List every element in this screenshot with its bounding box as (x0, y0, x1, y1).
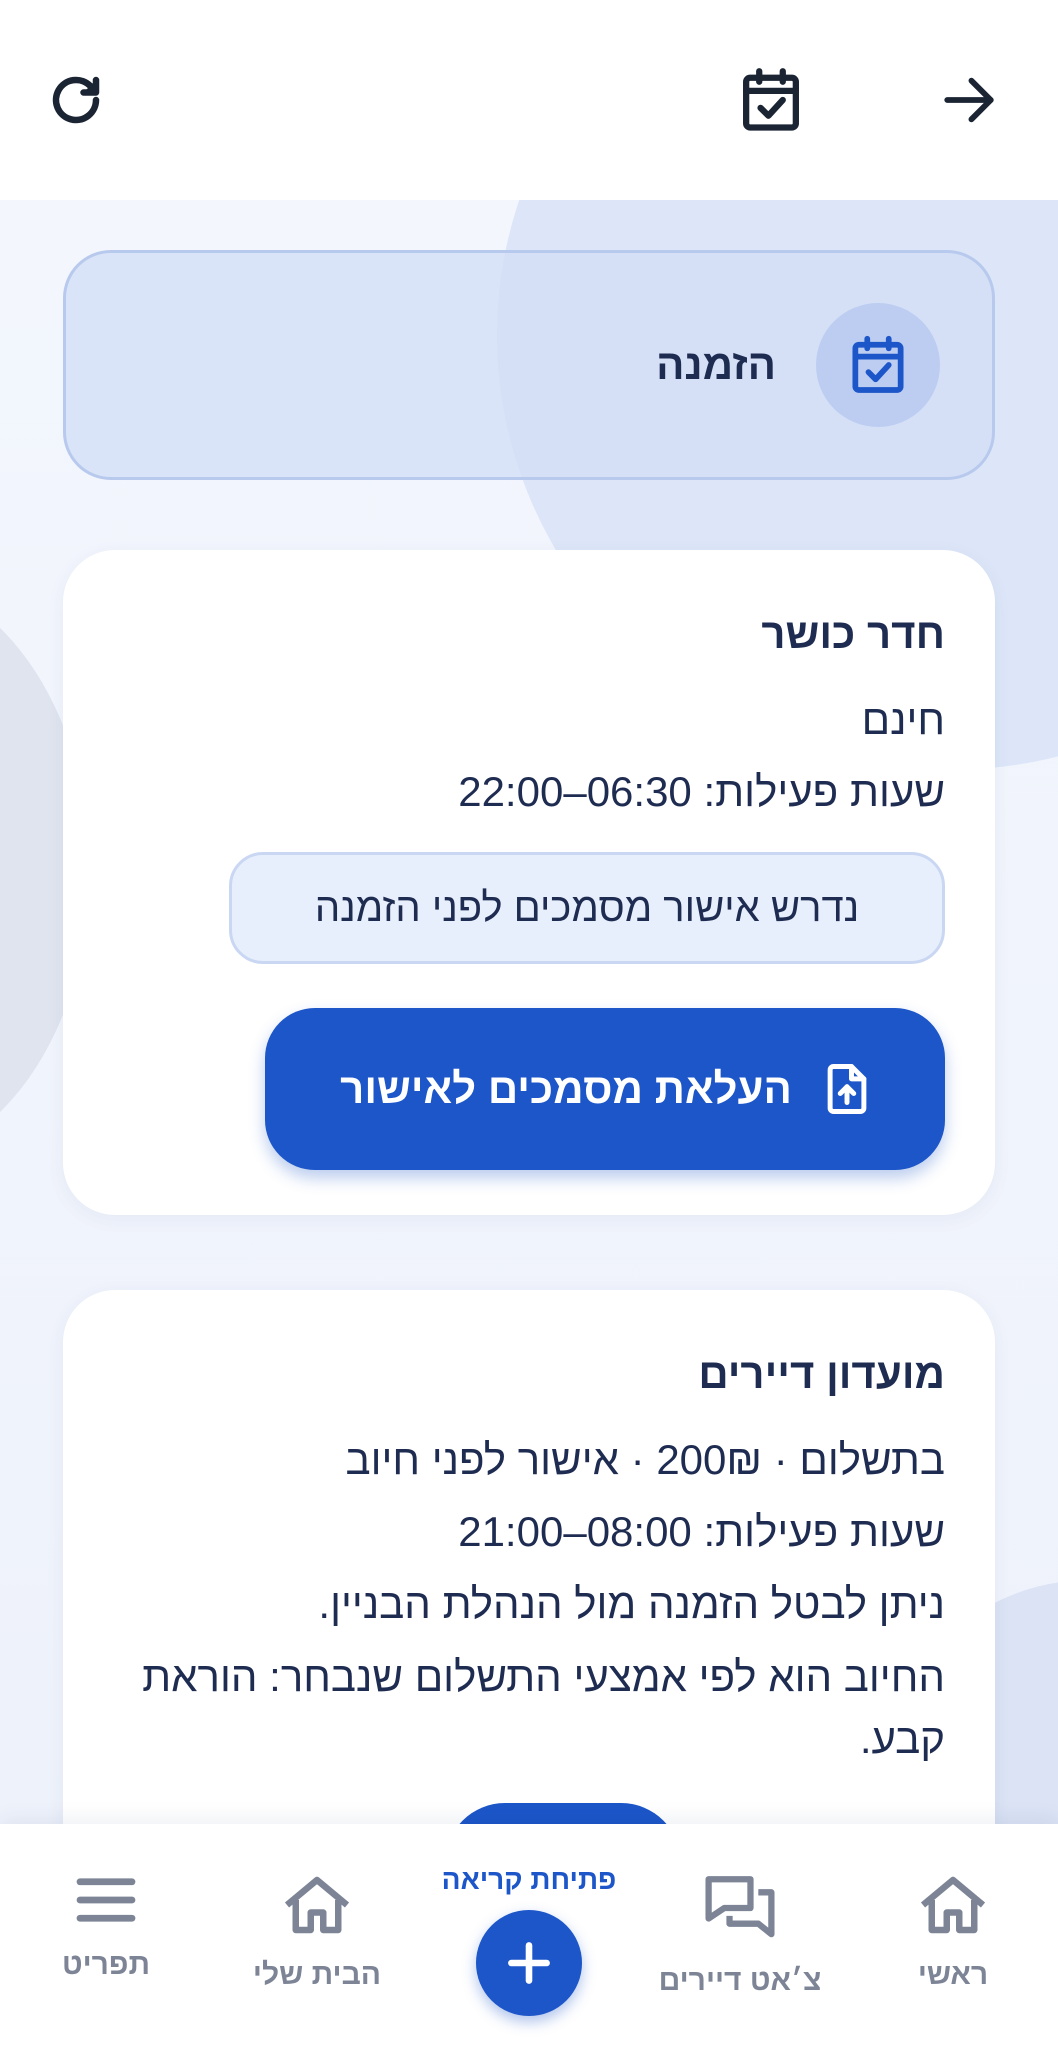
facility-card-gym: חדר כושר חינם שעות פעילות: 06:30–22:00 נ… (63, 550, 995, 1215)
back-button[interactable] (929, 60, 1009, 140)
cancel-note: ניתן לבטל הזמנה מול הנהלת הבניין. (318, 1580, 945, 1627)
calendar-check-icon (852, 335, 904, 393)
top-bar (0, 0, 1058, 200)
calendar-button[interactable] (731, 60, 811, 140)
home-icon (284, 1876, 350, 1934)
hamburger-menu-icon (76, 1878, 136, 1922)
nav-label-home: ראשי (917, 1958, 989, 1991)
nav-item-my-home[interactable]: הבית שלי (197, 1874, 437, 1992)
chat-bubbles-icon (705, 1876, 775, 1938)
main-content[interactable]: הזמנה חדר כושר חינם שעות פעילות: 06:30–2… (0, 200, 1058, 1824)
calendar-check-icon (743, 68, 799, 131)
facility-hours: שעות פעילות: 06:30–22:00 (458, 768, 945, 815)
billing-note: החיוב הוא לפי אמצעי התשלום שנבחר: הוראת … (142, 1653, 945, 1762)
facility-hours: שעות פעילות: 08:00–21:00 (458, 1508, 945, 1555)
plus-icon (508, 1942, 550, 1984)
nav-item-home[interactable]: ראשי (833, 1874, 1058, 1992)
facility-name: מועדון דיירים (698, 1350, 945, 1397)
facility-name: חדר כושר (761, 610, 945, 657)
nav-item-open-call[interactable]: פתיחת קריאה (409, 1864, 649, 2016)
hero-icon-circle (816, 303, 940, 427)
refresh-button[interactable] (36, 60, 116, 140)
facility-price: חינם (861, 696, 945, 743)
nav-label-menu: תפריט (61, 1948, 151, 1981)
open-call-button[interactable] (476, 1910, 582, 2016)
refresh-icon (52, 76, 100, 124)
nav-label-chat: צ׳אט דיירים (658, 1964, 822, 1997)
nav-item-chat[interactable]: צ׳אט דיירים (620, 1874, 860, 1998)
nav-label-my-home: הבית שלי (252, 1958, 382, 1991)
arrow-right-icon (944, 77, 994, 123)
facility-card-club: מועדון דיירים בתשלום · 200₪ · אישור לפני… (63, 1290, 995, 1824)
nav-item-menu[interactable]: תפריט (0, 1874, 226, 1982)
file-upload-icon (824, 1062, 870, 1116)
booking-header-card: הזמנה (63, 250, 995, 480)
page-title: הזמנה (656, 341, 776, 388)
home-icon (920, 1876, 986, 1934)
bottom-nav: ראשי צ׳אט דיירים פתיחת קריאה הבית שלי תפ… (0, 1824, 1058, 2048)
upload-documents-button[interactable]: העלאת מסמכים לאישור (265, 1008, 945, 1170)
approval-notice: נדרש אישור מסמכים לפני הזמנה (229, 852, 945, 964)
upload-button-label: העלאת מסמכים לאישור (340, 1065, 792, 1112)
nav-label-open-call: פתיחת קריאה (441, 1864, 617, 1895)
facility-price: בתשלום · 200₪ · אישור לפני חיוב (345, 1436, 945, 1483)
